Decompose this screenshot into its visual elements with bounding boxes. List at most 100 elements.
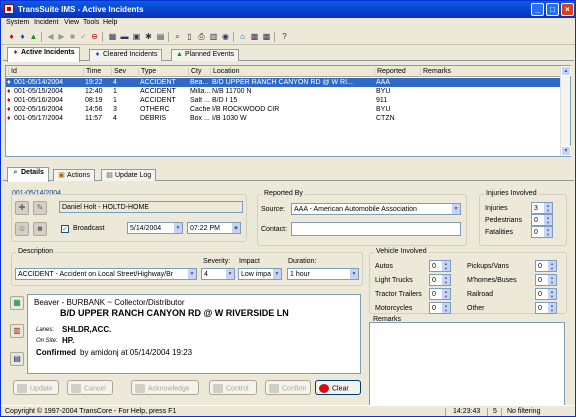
autos-stepper[interactable]: 0 ▲ ▼ [429, 260, 451, 272]
stop-icon[interactable]: ■ [67, 31, 78, 42]
forward-arrow-icon[interactable]: ▶ [56, 31, 67, 42]
help-icon[interactable]: ? [279, 31, 290, 42]
checkmark-icon[interactable]: ✓ [78, 31, 89, 42]
spin-arrows-icon[interactable]: ▲ ▼ [548, 275, 556, 285]
menu-help[interactable]: Help [103, 19, 117, 26]
cancel-button[interactable]: Cancel [67, 380, 113, 395]
green-triangle-icon[interactable]: ▲ [28, 31, 39, 42]
spin-arrows-icon[interactable]: ▲ ▼ [442, 261, 450, 271]
chevron-down-icon[interactable]: ▼ [272, 269, 281, 279]
settings-icon[interactable]: ✱ [143, 31, 154, 42]
motorcycles-stepper[interactable]: 0 ▲ ▼ [429, 302, 451, 314]
table-row[interactable]: ♦ 002-05/16/2004 14:56 3 OTHERC Cache I/B ROCK… [6, 105, 562, 114]
pedestrians-stepper[interactable]: 0 ▲ ▼ [531, 214, 553, 226]
incident-notes[interactable]: Beaver - BURBANK ~ Collector/Distributor… [27, 294, 361, 374]
close-button[interactable]: × [561, 3, 574, 16]
column-header-type[interactable]: Type [138, 68, 188, 77]
table-row[interactable]: ♦ 001-05/16/2004 08:19 1 ACCIDENT Salt ... B/D… [6, 96, 562, 105]
remarks-field[interactable] [369, 322, 565, 406]
table-row[interactable]: ♦ 001-05/14/2004 19:22 4 ACCIDENT Bea... B/D U… [6, 78, 562, 87]
table-row[interactable]: ♦ 001-05/17/2004 11:57 4 DEBRIS Box ... I/B 10… [6, 114, 562, 123]
acknowledge-button[interactable]: Acknowledge [131, 380, 199, 395]
map-icon[interactable]: ▦ [107, 31, 118, 42]
spin-arrows-icon[interactable]: ▲ ▼ [442, 303, 450, 313]
clear-button[interactable]: Clear [315, 380, 361, 395]
spin-arrows-icon[interactable]: ▲ ▼ [442, 275, 450, 285]
tab-details[interactable]: ⌕ Details [7, 167, 49, 182]
tab-actions[interactable]: ▣ Actions [53, 169, 95, 181]
chevron-down-icon[interactable]: ▼ [451, 204, 460, 214]
spin-icon[interactable]: ◆ [231, 223, 240, 233]
people-icon[interactable]: ☻ [33, 222, 47, 236]
spin-arrows-icon[interactable]: ▲ ▼ [548, 261, 556, 271]
light-trucks-stepper[interactable]: 0 ▲ ▼ [429, 274, 451, 286]
chevron-down-icon[interactable]: ▼ [187, 269, 196, 279]
spin-arrows-icon[interactable]: ▲ ▼ [544, 215, 552, 225]
car-icon[interactable]: ▬ [119, 31, 130, 42]
tractor-trailers-stepper[interactable]: 0 ▲ ▼ [429, 288, 451, 300]
impact-select[interactable]: Low impa ▼ [238, 268, 282, 280]
duration-select[interactable]: 1 hour ▼ [287, 268, 359, 280]
no-entry-icon[interactable]: ⊖ [89, 31, 100, 42]
column-header-cty[interactable]: Cty [188, 68, 210, 77]
fatalities-stepper[interactable]: 0 ▲ ▼ [531, 226, 553, 238]
camera-icon[interactable]: ▣ [131, 31, 142, 42]
scroll-up-icon[interactable]: ▲ [561, 66, 571, 76]
onsite-icon[interactable]: ▤ [10, 352, 24, 366]
tab-planned-events[interactable]: ▲ Planned Events [171, 49, 240, 61]
lanes-icon[interactable]: ▥ [10, 324, 24, 338]
red-diamond-icon[interactable]: ♦ [6, 31, 17, 42]
column-header-sev[interactable]: Sev [111, 68, 138, 77]
spin-arrows-icon[interactable]: ▲ ▼ [442, 289, 450, 299]
spin-arrows-icon[interactable]: ▲ ▼ [548, 303, 556, 313]
operator-field[interactable]: Daniel Holt - HOLTD-HOME [59, 201, 243, 213]
scroll-down-icon[interactable]: ▼ [561, 146, 571, 156]
person-icon[interactable]: ☺ [15, 222, 29, 236]
column-header-id[interactable]: Id [8, 68, 83, 77]
railroad-stepper[interactable]: 0 ▲ ▼ [535, 288, 557, 300]
spin-arrows-icon[interactable]: ▲ ▼ [548, 289, 556, 299]
menu-tools[interactable]: Tools [83, 19, 99, 26]
date-field[interactable]: 5/14/2004 ▼ [127, 222, 183, 234]
spin-arrows-icon[interactable]: ▲ ▼ [544, 203, 552, 213]
blue-diamond-icon[interactable]: ♦ [17, 31, 28, 42]
page-icon[interactable]: ▯ [184, 31, 195, 42]
chevron-down-icon[interactable]: ▼ [225, 269, 234, 279]
chevron-down-icon[interactable]: ▼ [349, 269, 358, 279]
other-stepper[interactable]: 0 ▲ ▼ [535, 302, 557, 314]
column-header-reported[interactable]: Reported [374, 68, 420, 77]
time-field[interactable]: 07:22 PM ◆ [187, 222, 241, 234]
reports-icon[interactable]: ▤ [155, 31, 166, 42]
tab-cleared-incidents[interactable]: ♦ Cleared Incidents [89, 49, 163, 61]
spin-arrows-icon[interactable]: ▲ ▼ [544, 227, 552, 237]
mhomes-stepper[interactable]: 0 ▲ ▼ [535, 274, 557, 286]
contact-field[interactable] [291, 222, 461, 236]
source-select[interactable]: AAA - American Automobile Association ▼ [291, 203, 461, 215]
table-row[interactable]: ♦ 001-05/15/2004 12:40 1 ACCIDENT Milla... N/B… [6, 87, 562, 96]
tab-update-log[interactable]: ▤ Update Log [101, 169, 157, 181]
incident-type-select[interactable]: ACCIDENT - Accident on Local Street/High… [15, 268, 197, 280]
maximize-button[interactable]: □ [546, 3, 559, 16]
menu-incident[interactable]: Incident [34, 19, 59, 26]
column-header-remarks[interactable]: Remarks [420, 68, 560, 77]
severity-select[interactable]: 4 ▼ [201, 268, 235, 280]
pickups-stepper[interactable]: 0 ▲ ▼ [535, 260, 557, 272]
search-icon[interactable]: ⌕ [172, 31, 183, 42]
confirm-button[interactable]: Confirm [265, 380, 311, 395]
column-header-time[interactable]: Time [83, 68, 111, 77]
map-icon[interactable]: ▦ [10, 296, 24, 310]
injuries-stepper[interactable]: 3 ▲ ▼ [531, 202, 553, 214]
column-header-location[interactable]: Location [210, 68, 374, 77]
minimize-button[interactable]: _ [531, 3, 544, 16]
edit-icon[interactable]: ✎ [33, 201, 47, 215]
sign-icon[interactable]: ⌂ [237, 31, 248, 42]
menu-view[interactable]: View [64, 19, 79, 26]
chart-icon[interactable]: ▥ [208, 31, 219, 42]
back-arrow-icon[interactable]: ◀ [45, 31, 56, 42]
control-button[interactable]: Control [209, 380, 257, 395]
chevron-down-icon[interactable]: ▼ [173, 223, 182, 233]
grid-icon[interactable]: ▩ [249, 31, 260, 42]
broadcast-checkbox[interactable]: ✓ [61, 225, 69, 233]
table-scrollbar[interactable]: ▲ ▼ [560, 66, 571, 156]
tab-active-incidents[interactable]: ♦ Active Incidents [7, 47, 80, 62]
